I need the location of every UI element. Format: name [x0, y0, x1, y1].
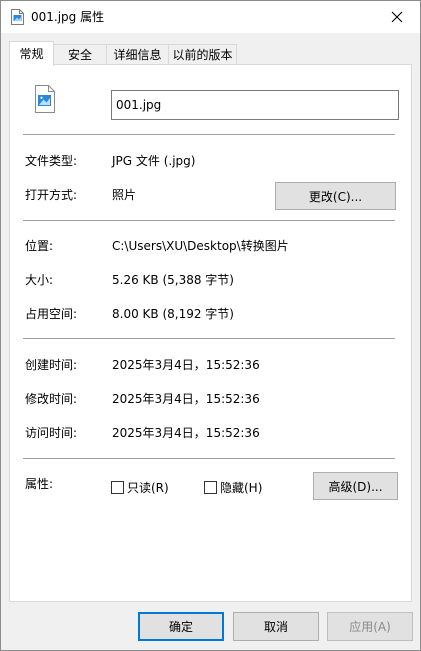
file-type-value: JPG 文件 (.jpg) — [112, 154, 196, 168]
image-file-icon — [11, 9, 24, 25]
tab-previous-versions[interactable]: 以前的版本 — [168, 44, 237, 65]
modified-label: 修改时间: — [25, 392, 78, 406]
general-tab-panel: 文件类型: JPG 文件 (.jpg) 打开方式: 照片 更改(C)... 位置… — [9, 64, 412, 602]
tab-security[interactable]: 安全 — [53, 44, 107, 65]
attributes-label: 属性: — [25, 477, 54, 491]
hidden-checkbox[interactable]: 隐藏(H) — [204, 479, 262, 496]
divider — [23, 338, 395, 339]
image-file-icon — [35, 85, 55, 113]
divider — [23, 134, 395, 135]
cancel-button[interactable]: 取消 — [233, 612, 319, 641]
location-value: C:\Users\XU\Desktop\转换图片 — [112, 239, 289, 253]
readonly-label: 只读(R) — [127, 481, 169, 495]
tab-general[interactable]: 常规 — [9, 41, 54, 66]
ok-button[interactable]: 确定 — [138, 612, 224, 641]
close-button[interactable] — [374, 1, 420, 33]
window-title: 001.jpg 属性 — [31, 10, 105, 24]
file-name-input[interactable] — [111, 90, 399, 120]
size-on-disk-value: 8.00 KB (8,192 字节) — [112, 307, 234, 321]
properties-window: 001.jpg 属性 常规 安全 详细信息 以前的版本 文件类型: JPG 文件… — [0, 0, 421, 651]
file-type-label: 文件类型: — [25, 154, 78, 168]
modified-value: 2025年3月4日，15:52:36 — [112, 392, 260, 406]
readonly-checkbox[interactable]: 只读(R) — [111, 479, 169, 496]
created-label: 创建时间: — [25, 358, 78, 372]
tab-details[interactable]: 详细信息 — [106, 44, 169, 65]
hidden-checkbox-box[interactable] — [204, 481, 217, 494]
divider — [23, 220, 395, 221]
readonly-checkbox-box[interactable] — [111, 481, 124, 494]
open-with-label: 打开方式: — [25, 188, 78, 202]
open-with-value: 照片 — [112, 188, 137, 202]
advanced-button[interactable]: 高级(D)... — [313, 472, 398, 500]
accessed-value: 2025年3月4日，15:52:36 — [112, 426, 260, 440]
change-button[interactable]: 更改(C)... — [275, 182, 396, 210]
size-label: 大小: — [25, 273, 54, 287]
divider — [23, 458, 395, 459]
accessed-label: 访问时间: — [25, 426, 78, 440]
created-value: 2025年3月4日，15:52:36 — [112, 358, 260, 372]
close-icon — [391, 11, 403, 23]
title-bar: 001.jpg 属性 — [1, 1, 420, 33]
location-label: 位置: — [25, 239, 54, 253]
size-on-disk-label: 占用空间: — [25, 307, 78, 321]
apply-button: 应用(A) — [327, 612, 413, 641]
hidden-label: 隐藏(H) — [220, 481, 263, 495]
size-value: 5.26 KB (5,388 字节) — [112, 273, 234, 287]
